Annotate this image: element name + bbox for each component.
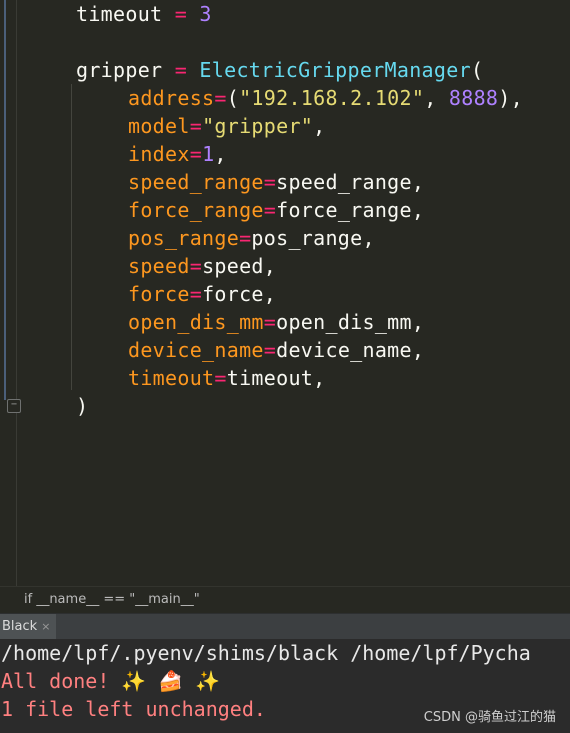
editor-gutter: −: [0, 0, 21, 586]
code-line[interactable]: model="gripper",: [76, 112, 523, 140]
code-token: address: [128, 86, 215, 110]
code-line[interactable]: speed=speed,: [76, 252, 523, 280]
code-token: =: [239, 226, 252, 250]
code-line[interactable]: speed_range=speed_range,: [76, 168, 523, 196]
code-token: model: [128, 114, 190, 138]
tab-black[interactable]: Black ×: [0, 614, 57, 639]
breadcrumb[interactable]: if __name__ == "__main__": [0, 586, 570, 613]
code-line[interactable]: pos_range=pos_range,: [76, 224, 523, 252]
code-token: =: [214, 366, 227, 390]
code-token: (: [226, 86, 240, 110]
code-token: 1: [202, 142, 215, 166]
close-icon[interactable]: ×: [41, 620, 50, 633]
code-token: =: [214, 86, 227, 110]
code-token: device_name: [128, 338, 264, 362]
code-token: index: [128, 142, 190, 166]
code-token: "192.168.2.102": [239, 86, 425, 110]
code-token: force_range,: [276, 198, 425, 222]
code-line[interactable]: device_name=device_name,: [76, 336, 523, 364]
code-token: pos_range,: [251, 226, 375, 250]
code-line[interactable]: force_range=force_range,: [76, 196, 523, 224]
code-token: ,: [214, 142, 227, 166]
code-line[interactable]: [76, 28, 523, 56]
code-token: speed_range: [128, 170, 264, 194]
fold-range-indicator: [4, 0, 6, 400]
watermark: CSDN @骑鱼过江的猫: [423, 710, 556, 725]
code-token: force_range: [128, 198, 264, 222]
code-token: speed: [128, 254, 190, 278]
code-token: ,: [313, 114, 326, 138]
code-token: ),: [498, 86, 523, 110]
code-token: =: [263, 338, 277, 362]
code-line[interactable]: force=force,: [76, 280, 523, 308]
code-token: ElectricGripperManager: [199, 58, 471, 82]
code-token: =: [189, 114, 203, 138]
console-all-done-line: All done! ✨ 🍰 ✨: [1, 669, 221, 693]
code-token: =: [263, 198, 277, 222]
fold-collapse-icon[interactable]: −: [7, 399, 21, 413]
code-token: pos_range: [128, 226, 240, 250]
code-token: =: [189, 142, 203, 166]
code-line[interactable]: timeout = 3: [76, 0, 523, 28]
code-token: speed_range,: [276, 170, 425, 194]
code-line[interactable]: index=1,: [76, 140, 523, 168]
code-line[interactable]: timeout=timeout,: [76, 364, 523, 392]
code-line[interactable]: gripper = ElectricGripperManager(: [76, 56, 523, 84]
code-token: open_dis_mm: [128, 310, 264, 334]
code-token: 3: [199, 2, 212, 26]
code-token: =: [189, 254, 203, 278]
code-token: ): [76, 394, 89, 418]
code-lines[interactable]: timeout = 3 gripper = ElectricGripperMan…: [76, 0, 523, 420]
code-token: =: [263, 170, 277, 194]
code-token: device_name,: [276, 338, 425, 362]
code-token: force: [128, 282, 190, 306]
code-token: =: [174, 58, 188, 82]
code-token: timeout: [76, 2, 163, 26]
indent-guide: [71, 84, 72, 390]
code-token: =: [189, 282, 203, 306]
code-line[interactable]: address=("192.168.2.102", 8888),: [76, 84, 523, 112]
code-token: (: [470, 58, 484, 82]
code-token: "gripper": [202, 114, 314, 138]
code-token: open_dis_mm,: [276, 310, 425, 334]
code-token: timeout: [128, 366, 215, 390]
code-token: =: [263, 310, 277, 334]
code-line[interactable]: open_dis_mm=open_dis_mm,: [76, 308, 523, 336]
code-token: =: [174, 2, 188, 26]
code-token: speed,: [202, 254, 277, 278]
run-console-output[interactable]: /home/lpf/.pyenv/shims/black /home/lpf/P…: [0, 639, 570, 733]
code-token: 8888: [448, 86, 499, 110]
code-editor[interactable]: − timeout = 3 gripper = ElectricGripperM…: [0, 0, 570, 586]
run-tool-window-tabbar: Black ×: [0, 613, 570, 639]
tab-label: Black: [2, 619, 38, 634]
console-command-line: /home/lpf/.pyenv/shims/black /home/lpf/P…: [1, 641, 531, 665]
code-token: force,: [202, 282, 277, 306]
code-token: timeout,: [226, 366, 326, 390]
code-token: gripper: [76, 58, 163, 82]
code-line[interactable]: ): [76, 392, 523, 420]
breadcrumb-item[interactable]: if __name__ == "__main__": [24, 592, 200, 607]
code-token: ,: [424, 86, 449, 110]
